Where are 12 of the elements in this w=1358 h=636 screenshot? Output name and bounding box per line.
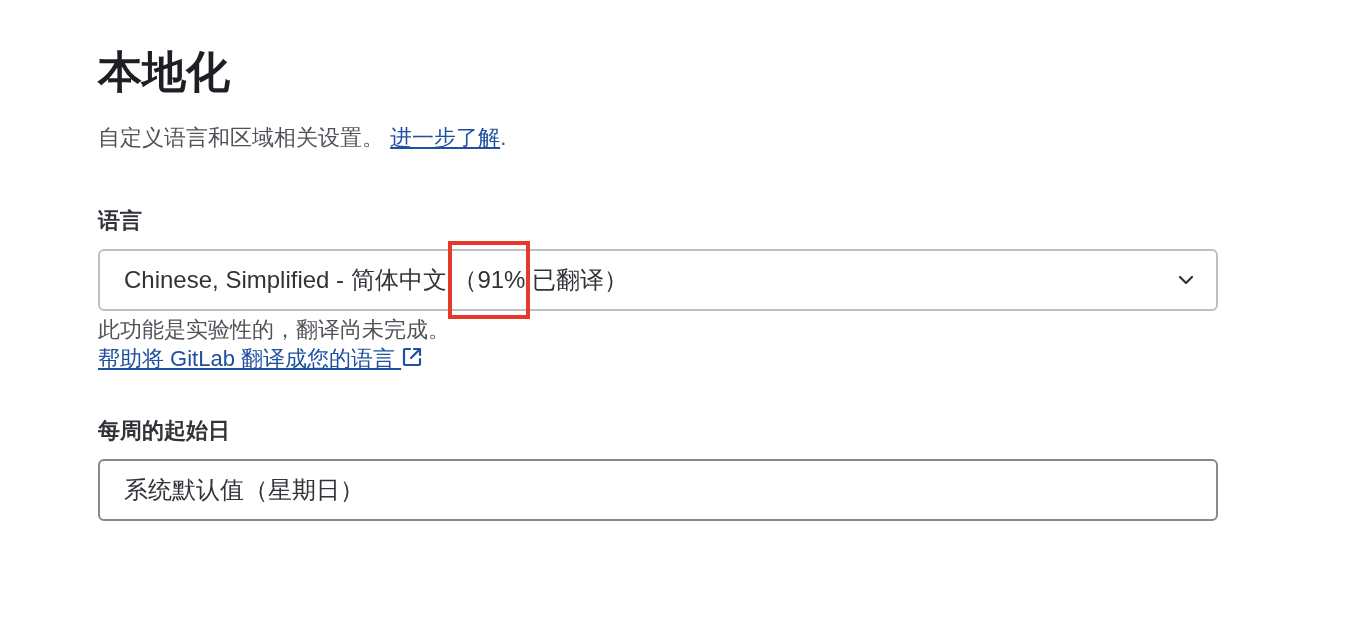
translate-link[interactable]: 帮助将 GitLab 翻译成您的语言	[98, 346, 424, 372]
chevron-down-icon	[1178, 274, 1194, 285]
description-text: 自定义语言和区域相关设置。	[98, 124, 385, 150]
field-label: 每周的起始日	[98, 417, 231, 446]
learn-more-link[interactable]: 进一步了解	[390, 124, 501, 150]
help-text: 此功能是实验性的，翻译尚未完成。	[98, 315, 451, 344]
period-text: .	[500, 124, 507, 150]
field-label: 语言	[98, 206, 143, 235]
first-day-field[interactable]: 系统默认值（星期日）	[98, 459, 1218, 522]
page-title: 本地化	[98, 46, 231, 98]
external-link-icon	[401, 346, 424, 369]
language-dropdown[interactable]: Chinese, Simplified - 简体中文 （91% 已翻译）	[98, 248, 1218, 311]
